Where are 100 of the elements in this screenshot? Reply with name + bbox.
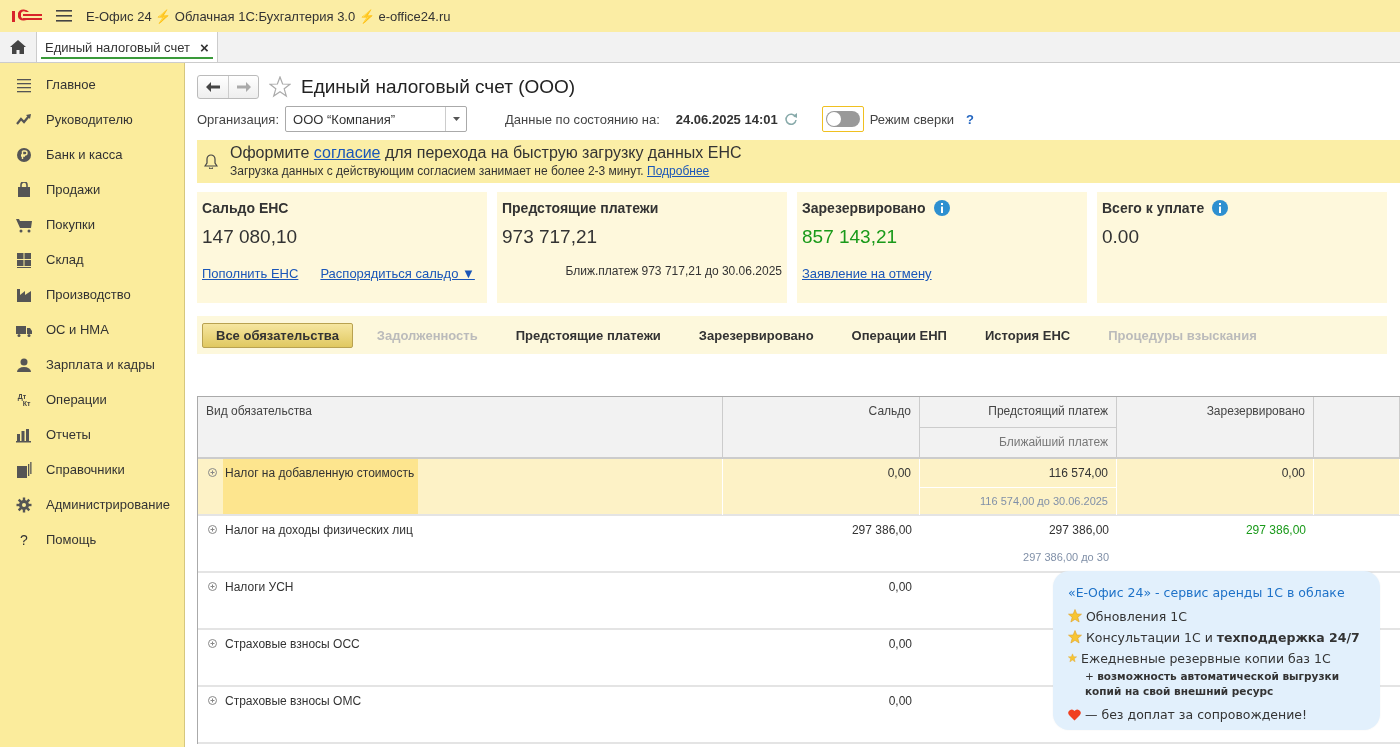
cart-icon <box>16 216 32 233</box>
table-cell-text: Налоги УСН <box>224 579 295 596</box>
logo-icon <box>12 8 42 24</box>
column-header: Зарезервировано <box>1117 397 1314 457</box>
sidebar-item[interactable]: Производство <box>0 277 184 312</box>
heart-icon <box>1068 708 1081 721</box>
filter-button[interactable]: Зарезервировано <box>684 322 828 348</box>
card-title: Сальдо ЕНС <box>202 200 289 216</box>
person-icon <box>16 356 32 373</box>
table-cell-text: 0,00 <box>887 579 913 596</box>
sidebar-item[interactable]: ОС и НМА <box>0 312 184 347</box>
card-amount: 147 080,10 <box>202 226 299 248</box>
column-header: Вид обязательства <box>198 397 723 457</box>
table-cell: Налог на добавленную стоимость <box>223 459 419 514</box>
star-icon <box>1068 651 1077 665</box>
back-arrow-icon <box>206 82 220 92</box>
date-value: 24.06.2025 14:01 <box>675 111 778 127</box>
expand-icon[interactable] <box>208 639 217 648</box>
sidebar-item[interactable]: Справочники <box>0 452 184 487</box>
column-header: Предстоящий платеж <box>987 403 1109 420</box>
field-label: Данные по состоянию на: <box>505 111 660 127</box>
card-amount: 857 143,21 <box>802 226 899 248</box>
organization-dropdown[interactable]: ООО “Компания” <box>285 106 468 132</box>
list-icon <box>16 76 32 93</box>
sidebar-item[interactable]: Отчеты <box>0 417 184 452</box>
table-cell: 0,00 <box>1281 466 1305 480</box>
sidebar-item[interactable]: Главное <box>0 67 184 102</box>
info-icon[interactable] <box>933 200 950 216</box>
table-cell-text: 116 574,00 <box>1047 465 1109 482</box>
ruble-icon <box>16 146 32 163</box>
card-link[interactable]: Заявление на отмену <box>802 266 932 281</box>
help-link[interactable]: ? <box>966 111 975 127</box>
column-header: Сальдо <box>723 397 920 457</box>
tab-label: Единый налоговый счет <box>45 39 190 55</box>
consent-link[interactable]: согласие <box>313 144 381 161</box>
column-header: Ближайший платеж <box>920 427 1116 457</box>
table-cell-text: 0,00 <box>887 693 913 710</box>
menu-icon[interactable] <box>56 9 72 23</box>
card-title: Предстоящие платежи <box>502 200 659 216</box>
reconcile-toggle[interactable] <box>821 106 864 132</box>
sidebar-item[interactable]: Склад <box>0 242 184 277</box>
sidebar-item[interactable]: ? Помощь <box>0 522 184 557</box>
card-title: Всего к уплате <box>1102 200 1205 216</box>
promo-footer: — без доплат за сопровождение! <box>1085 707 1308 722</box>
filter-button[interactable]: Предстоящие платежи <box>501 322 675 348</box>
table-cell: 297 386,00 <box>1245 523 1306 537</box>
help-icon: ? <box>20 531 28 548</box>
promo-item: Консультации 1С и техподдержка 24/7 <box>1086 630 1360 645</box>
table-cell-text: 297 386,00 <box>1047 522 1110 539</box>
notice-text: Оформите согласие для перехода на быструю загрузку данных ЕНС <box>230 144 742 162</box>
card-note: Ближ.платеж 973 717,21 до 30.06.2025 <box>564 264 782 278</box>
notice-subtext: Загрузка данных с действующим согласием занимает не более 2-3 минут. Подробнее <box>230 164 711 178</box>
card-amount: 0.00 <box>1102 226 1140 248</box>
expand-icon[interactable] <box>208 468 217 477</box>
expand-icon[interactable] <box>208 582 217 591</box>
app-title: Е-Офис 24 ⚡ Облачная 1С:Бухгалтерия 3.0 ⚡ e-office24.ru <box>86 8 451 24</box>
sidebar-item[interactable]: Руководителю <box>0 102 184 137</box>
table-cell-text: Страховые взносы ОМС <box>224 693 363 710</box>
toggle-label: Режим сверки <box>869 111 955 127</box>
refresh-icon[interactable] <box>783 112 798 126</box>
table-cell: 116 574,00 до 30.06.2025 <box>920 487 1116 515</box>
promo-title: «Е-Офис 24» - сервис аренды 1С в облаке <box>1068 585 1346 600</box>
home-icon[interactable] <box>10 40 26 54</box>
sidebar-item[interactable]: Покупки <box>0 207 184 242</box>
sidebar-item[interactable]: Продажи <box>0 172 184 207</box>
grid-icon <box>16 251 32 268</box>
sidebar-item[interactable]: Администрирование <box>0 487 184 522</box>
promo-item: Обновления 1С <box>1086 609 1187 624</box>
details-link[interactable]: Подробнее <box>647 164 710 178</box>
bell-icon <box>204 153 218 169</box>
card-title: Зарезервировано <box>802 200 926 216</box>
settings-icon <box>16 496 32 513</box>
expand-icon[interactable] <box>208 525 217 534</box>
document-tab[interactable]: Единый налоговый счет × <box>37 32 218 62</box>
table-cell: 0,00 <box>723 459 920 515</box>
filter-button[interactable]: История ЕНС <box>970 322 1085 348</box>
table-cell-text: 0,00 <box>887 636 913 653</box>
card-amount: 973 717,21 <box>502 226 599 248</box>
sidebar-item[interactable]: Зарплата и кадры <box>0 347 184 382</box>
table-cell-text: Страховые взносы ОСС <box>224 636 361 653</box>
card-link[interactable]: Пополнить ЕНС <box>202 266 299 281</box>
forward-arrow-icon <box>236 82 251 92</box>
bag-icon <box>16 181 32 198</box>
star-icon <box>1068 609 1082 623</box>
form-title: Единый налоговый счет (ООО) <box>301 76 576 98</box>
card-link[interactable]: Распорядиться сальдо ▼ <box>320 266 475 281</box>
info-icon[interactable] <box>1212 200 1229 216</box>
star-icon[interactable] <box>269 76 291 98</box>
factory-icon <box>16 286 32 303</box>
filter-button[interactable]: Все обязательства <box>202 322 353 348</box>
caret-icon <box>452 117 460 121</box>
books-icon <box>16 461 32 478</box>
star-icon <box>1068 630 1082 644</box>
filter-button[interactable]: Операции ЕНП <box>837 322 961 348</box>
close-icon[interactable]: × <box>200 38 209 56</box>
bar-chart-icon <box>16 426 32 443</box>
table-cell-text: 297 386,00 до 30 <box>1022 550 1110 565</box>
table-row[interactable]: Налог на добавленную стоимость 0,00 116 574,00 116 574,00 до 30.06.2025 0,00 <box>198 459 1400 516</box>
expand-icon[interactable] <box>208 696 217 705</box>
sidebar-item[interactable]: Банк и касса <box>0 137 184 172</box>
